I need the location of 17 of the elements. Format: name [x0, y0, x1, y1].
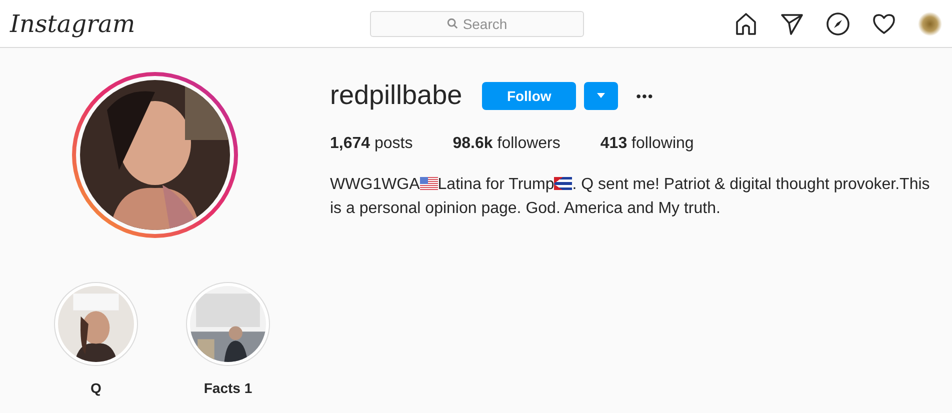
- compass-icon[interactable]: [826, 12, 850, 36]
- profile-avatar[interactable]: [918, 12, 942, 36]
- send-icon[interactable]: [780, 12, 804, 36]
- profile-stat[interactable]: 1,674 posts: [330, 135, 413, 153]
- search-icon: [446, 18, 458, 29]
- home-icon[interactable]: [734, 12, 758, 36]
- dropdown-button[interactable]: [584, 82, 618, 110]
- heart-icon[interactable]: [872, 12, 896, 34]
- profile-stat[interactable]: 413 following: [600, 135, 694, 153]
- highlight-label: Facts 1: [204, 380, 252, 396]
- profile-stat[interactable]: 98.6k followers: [452, 135, 560, 153]
- more-button[interactable]: •••: [630, 86, 660, 104]
- bio-text: WWG1WGA Latina for Trump . Q sent me! Patriot & digital thought provoker.This is a personal opinion page. God. America and My truth.: [330, 175, 930, 219]
- highlight-label: Q: [90, 380, 102, 396]
- username: redpillbabe: [330, 80, 462, 111]
- instagram-logo[interactable]: Instagram: [10, 10, 370, 38]
- caret-icon: [596, 92, 606, 98]
